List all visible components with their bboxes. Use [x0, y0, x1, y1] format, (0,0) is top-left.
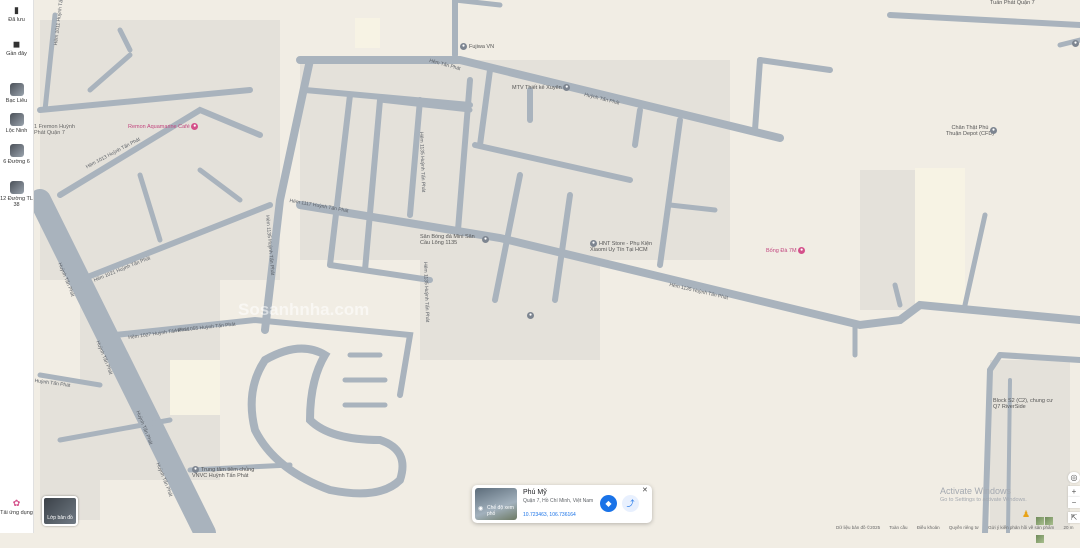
place-thumbnail [9, 144, 24, 157]
location-pin-icon[interactable]: ● [990, 127, 997, 134]
poi-vnvc[interactable]: ● Trung tâm tiêm chủng VNVC Huỳnh Tấn Phá… [192, 466, 262, 479]
footer-global[interactable]: Toàn cầu [889, 525, 907, 530]
location-pin-icon[interactable]: ● [527, 312, 534, 319]
recent-place-duong-6[interactable]: 6 Đường 6 [0, 144, 33, 165]
cafe-pin-icon: ● [191, 123, 199, 130]
satellite-icon [1045, 517, 1053, 525]
poi-san-bong[interactable]: Sân Bóng đá Mini Sân Cầu Lông 1135 [420, 234, 486, 246]
footer-feedback[interactable]: Gửi ý kiến phản hồi về sản phẩm [988, 525, 1054, 530]
share-button[interactable]: ⤴ [622, 495, 639, 512]
zoom-in-button[interactable]: + [1068, 486, 1080, 497]
map-type-thumbnails[interactable] [1036, 512, 1062, 543]
poi-chan-that[interactable]: Chân Thật Phú Thuận Depot (CFD) [945, 125, 995, 137]
place-thumbnail [9, 83, 24, 96]
street-view-thumbnail[interactable]: ◉ Chế độ xem phố [475, 488, 517, 520]
footer-scale[interactable]: 20 m [1063, 525, 1073, 530]
history-icon: ◼ [12, 39, 21, 49]
place-coordinates[interactable]: 10.723463, 106.736164 [523, 512, 576, 518]
app-icon: ✿ [12, 498, 21, 508]
footer-terms[interactable]: Điều khoản [917, 525, 940, 530]
layers-button[interactable]: Lớp bản đồ [42, 496, 78, 526]
zoom-out-button[interactable]: − [1068, 497, 1080, 508]
left-rail: ▮ Đã lưu ◼ Gần đây Bạc Liêu Lộc Ninh 6 Đ… [0, 0, 34, 533]
expand-icon: ⇱ [1070, 513, 1078, 522]
watermark: Sosanhnha.com [238, 300, 370, 319]
recent-button[interactable]: ◼ Gần đây [0, 39, 33, 57]
saved-button[interactable]: ▮ Đã lưu [0, 5, 33, 23]
share-icon: ⤴ [626, 499, 635, 508]
partial-place-label: 1 Fremon Huỳnh Phát Quận 7 [34, 124, 75, 136]
footer-privacy[interactable]: Quyền riêng tư [949, 525, 979, 530]
place-title: Phú Mỹ [523, 489, 547, 496]
directions-button[interactable]: ◆ [600, 495, 617, 512]
map-roads [0, 0, 1080, 533]
sports-pin-icon: ● [798, 247, 806, 254]
my-location-icon: ◎ [1070, 473, 1078, 482]
street-view-icon: ◉ [478, 506, 484, 512]
poi-fujiwa[interactable]: ● Fujiwa VN [460, 43, 494, 50]
place-thumbnail [9, 181, 24, 194]
footer-map-data: Dữ liệu bản đồ ©2025 [836, 525, 881, 530]
my-location-button[interactable]: ◎ [1068, 472, 1080, 483]
pegman-icon[interactable]: ♟ [1022, 509, 1030, 520]
place-address: Quận 7, Hồ Chí Minh, Việt Nam [523, 498, 594, 504]
location-pin-icon[interactable]: ● [1072, 40, 1079, 47]
recent-place-loc-ninh[interactable]: Lộc Ninh [0, 113, 33, 134]
recent-place-bac-lieu[interactable]: Bạc Liêu [0, 83, 33, 104]
location-pin-icon: ● [563, 84, 571, 91]
poi-mtv[interactable]: MTV Thiết kế Xuyên ● [512, 84, 572, 91]
directions-icon: ◆ [605, 499, 612, 508]
close-button[interactable]: ✕ [642, 486, 648, 494]
poi-bong-da[interactable]: Bống Đà 7M ● [766, 247, 807, 254]
location-pin-icon: ● [192, 466, 199, 473]
place-thumbnail [9, 113, 24, 126]
map-footer: Dữ liệu bản đồ ©2025 Toàn cầu Điều khoản… [836, 525, 1080, 530]
activate-windows-title: Activate Windows [940, 486, 1012, 496]
poi-remon[interactable]: Remon Aquamarine Café ● [128, 123, 200, 130]
poi-tuan-phat[interactable]: Tuấn Phát Quận 7 [990, 0, 1035, 6]
poi-block-s2[interactable]: Block S2 (C2), chung cư Q7 RiverSide [993, 398, 1053, 410]
location-pin-icon: ● [460, 43, 467, 50]
recent-place-tl38[interactable]: 12 Đường TL 38 [0, 181, 33, 208]
traffic-icon [1036, 535, 1044, 543]
get-app-button[interactable]: ✿ Tải ứng dụng [0, 498, 33, 516]
terrain-icon [1036, 517, 1044, 525]
activate-windows-sub: Go to Settings to activate Windows. [940, 497, 1027, 503]
place-info-card[interactable]: ◉ Chế độ xem phố Phú Mỹ Quận 7, Hồ Chí M… [472, 485, 652, 523]
bookmark-icon: ▮ [14, 5, 19, 15]
location-pin-icon: ● [590, 240, 597, 247]
poi-hnt-store[interactable]: ● HNT Store - Phụ Kiện Xiaomi Uy Tín Tại … [590, 240, 670, 253]
expand-button[interactable]: ⇱ [1068, 512, 1080, 523]
map-canvas[interactable]: Huỳnh Tấn Phát Huỳnh Tấn Phát Huỳnh Tấn … [0, 0, 1080, 533]
location-pin-icon[interactable]: ● [482, 236, 489, 243]
close-icon: ✕ [642, 487, 648, 494]
